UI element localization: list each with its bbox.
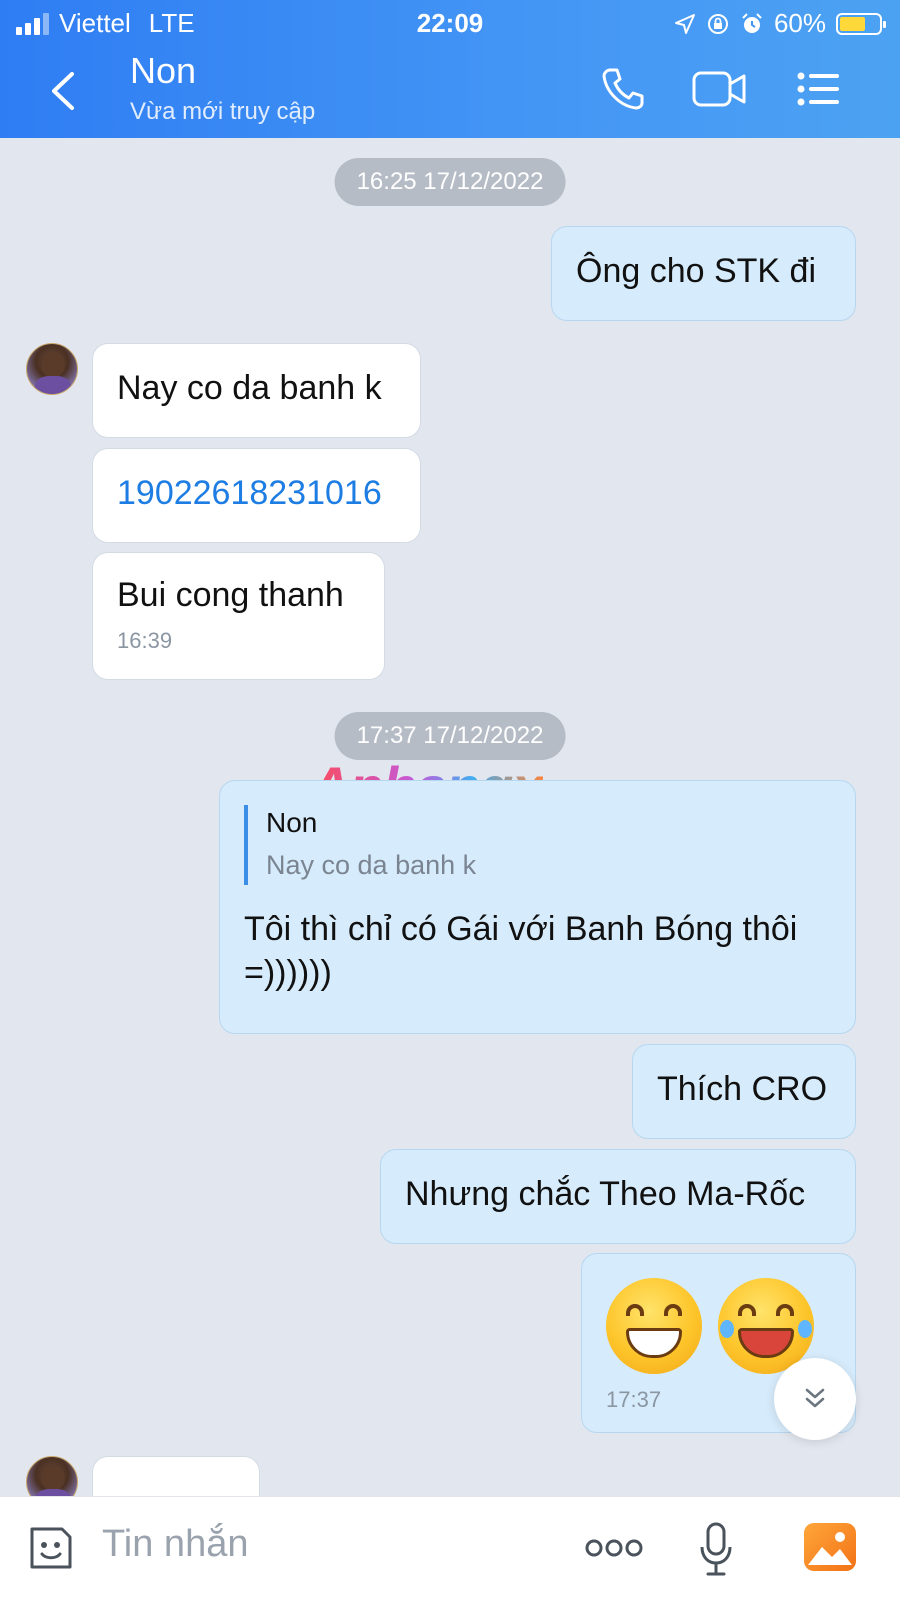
scroll-to-bottom-button[interactable] bbox=[774, 1358, 856, 1440]
status-bar: Viettel LTE 22:09 60% bbox=[0, 0, 900, 46]
rotation-lock-icon bbox=[707, 13, 728, 34]
outgoing-message[interactable]: Thích CRO bbox=[632, 1044, 856, 1139]
contact-name[interactable]: Non bbox=[130, 50, 196, 92]
message-text: Tôi thì chỉ có Gái với Banh Bóng thôi =)… bbox=[244, 910, 798, 992]
outgoing-reply-message[interactable]: Non Nay co da banh k Tôi thì chỉ có Gái … bbox=[219, 780, 856, 1034]
message-text: Nhưng chắc Theo Ma-Rốc bbox=[405, 1175, 806, 1213]
grinning-face-emoji bbox=[606, 1278, 702, 1374]
contact-avatar[interactable] bbox=[26, 343, 78, 395]
more-icon[interactable] bbox=[584, 1537, 644, 1559]
contact-status: Vừa mới truy cập bbox=[130, 98, 316, 125]
phone-icon[interactable] bbox=[598, 64, 648, 114]
image-icon[interactable] bbox=[802, 1521, 858, 1573]
quote-sender: Non bbox=[266, 807, 318, 838]
alarm-icon bbox=[742, 12, 762, 33]
phone-number-link[interactable]: 19022618231016 bbox=[117, 474, 382, 512]
battery-icon bbox=[836, 12, 886, 35]
microphone-icon[interactable] bbox=[698, 1521, 734, 1579]
message-text: Nay co da banh k bbox=[117, 369, 382, 407]
message-text: Ông cho STK đi bbox=[576, 252, 817, 290]
contact-avatar[interactable] bbox=[26, 1456, 78, 1496]
outgoing-message[interactable]: Nhưng chắc Theo Ma-Rốc bbox=[380, 1149, 856, 1244]
incoming-message[interactable]: Nay co da banh k bbox=[92, 343, 421, 438]
message-input-bar: Tin nhắn bbox=[0, 1496, 900, 1600]
message-text: Bui cong thanh bbox=[117, 576, 344, 614]
message-text: Thích CRO bbox=[657, 1070, 828, 1108]
chat-area[interactable]: 16:25 17/12/2022 Ông cho STK đi Nay co d… bbox=[0, 138, 900, 1496]
message-time: 16:39 bbox=[117, 628, 173, 653]
battery-percent: 60% bbox=[773, 8, 826, 38]
location-icon bbox=[674, 13, 695, 34]
quote-text: Nay co da banh k bbox=[266, 850, 477, 880]
tears-of-joy-emoji bbox=[718, 1278, 814, 1374]
incoming-message-partial[interactable] bbox=[92, 1456, 260, 1496]
chat-header: Viettel LTE 22:09 60% Non Vừa mới truy c… bbox=[0, 0, 900, 138]
back-icon[interactable] bbox=[44, 66, 84, 116]
incoming-message[interactable]: Bui cong thanh 16:39 bbox=[92, 552, 385, 680]
status-right: 60% bbox=[674, 8, 886, 39]
video-call-icon[interactable] bbox=[690, 64, 748, 114]
time-separator: 16:25 17/12/2022 bbox=[334, 158, 566, 206]
sticker-icon[interactable] bbox=[24, 1521, 78, 1575]
time-separator: 17:37 17/12/2022 bbox=[334, 712, 566, 760]
message-input[interactable]: Tin nhắn bbox=[102, 1523, 248, 1566]
incoming-message[interactable]: 19022618231016 bbox=[92, 448, 421, 543]
reply-quote[interactable]: Non Nay co da banh k bbox=[244, 805, 831, 885]
double-chevron-down-icon bbox=[805, 1388, 825, 1408]
outgoing-message[interactable]: Ông cho STK đi bbox=[551, 226, 856, 321]
menu-icon[interactable] bbox=[794, 64, 844, 114]
